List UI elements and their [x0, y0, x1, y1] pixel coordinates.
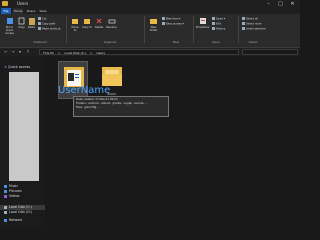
ribbon-divider [144, 16, 145, 43]
select-all-button[interactable]: Select all [242, 17, 258, 22]
maximize-button[interactable]: □ [276, 0, 285, 8]
folder-tile-public[interactable]: Public [97, 61, 127, 99]
move-to-button[interactable]: Move to [70, 17, 80, 32]
invert-selection-button[interactable]: Invert selection [242, 27, 266, 32]
easy-access-icon [162, 22, 165, 25]
recent-locations-button[interactable]: ▾ [17, 48, 23, 56]
copy-to-icon [84, 19, 90, 24]
new-folder-button[interactable]: New folder [148, 17, 159, 32]
paste-shortcut-button[interactable]: Paste shortcut [38, 27, 61, 32]
nav-item-local-disk-d[interactable]: Local Disk (D:) [4, 210, 32, 215]
folder-icon [102, 67, 122, 86]
delete-button[interactable]: Delete [94, 17, 104, 29]
invert-selection-icon [242, 27, 245, 30]
history-button[interactable]: History [212, 27, 225, 32]
group-select: Select [248, 40, 258, 44]
breadcrumb-users[interactable]: Users [96, 51, 104, 55]
folder-icon [2, 1, 8, 6]
delete-icon [96, 18, 102, 24]
breadcrumb-separator: > [90, 51, 93, 55]
paste-shortcut-icon [38, 27, 41, 30]
select-none-icon [242, 22, 245, 25]
ribbon-divider [193, 16, 194, 43]
folder-tooltip: Date created: 27-Mar-21 09:53 Folders: .… [73, 96, 169, 117]
open-icon [212, 17, 215, 20]
ribbon-divider [66, 16, 67, 43]
music-icon [4, 184, 7, 188]
group-organize: Organize [103, 40, 117, 44]
drive-icon [4, 205, 7, 209]
clipboard-icon [28, 18, 35, 25]
new-item-icon [162, 17, 165, 20]
breadcrumb-separator: > [57, 51, 61, 55]
edit-button[interactable]: Edit [212, 22, 221, 27]
edit-icon [212, 22, 215, 25]
group-open: Open [212, 40, 220, 44]
cut-button[interactable]: Cut [38, 17, 46, 22]
videos-icon [4, 194, 7, 198]
search-input[interactable] [242, 49, 298, 55]
close-button[interactable]: ✕ [288, 0, 297, 8]
nav-item-videos[interactable]: Videos [4, 194, 20, 199]
history-icon [212, 27, 215, 30]
move-to-icon [72, 19, 78, 24]
nav-item-network[interactable]: Network [4, 218, 22, 223]
properties-icon [199, 18, 206, 24]
copy-path-icon [38, 22, 41, 25]
easy-access-button[interactable]: Easy access ▾ [162, 22, 184, 27]
breadcrumb[interactable]: This PC > Local Disk (C:) > Users [39, 49, 239, 55]
redacted-block [9, 72, 39, 181]
nav-quick-access[interactable]: ★Quick access [4, 65, 30, 69]
new-folder-icon [150, 19, 157, 24]
network-icon [4, 218, 7, 222]
group-clipboard: Clipboard [33, 40, 47, 44]
breadcrumb-this-pc[interactable]: This PC [43, 51, 54, 55]
up-button[interactable]: ↑ [25, 48, 31, 56]
copy-icon [18, 17, 24, 25]
pictures-icon [4, 189, 7, 193]
open-button[interactable]: Open ▾ [212, 17, 225, 22]
copy-path-button[interactable]: Copy path [38, 22, 55, 27]
select-all-icon [242, 17, 245, 20]
breadcrumb-local-disk[interactable]: Local Disk (C:) [64, 51, 86, 55]
rename-icon [108, 19, 115, 24]
title-bar [0, 0, 300, 8]
pin-icon [6, 18, 13, 24]
minimize-button[interactable]: – [264, 0, 273, 8]
properties-button[interactable]: Properties [196, 17, 209, 29]
paste-button[interactable]: Paste [27, 17, 36, 29]
forward-button[interactable]: → [10, 48, 16, 56]
ribbon-divider [238, 16, 239, 43]
back-button[interactable]: ← [3, 48, 9, 56]
pin-to-quick-access-button[interactable]: Pin to Quick access [3, 17, 16, 35]
copy-button[interactable]: Copy [17, 17, 26, 29]
scissors-icon [38, 17, 41, 20]
drive-icon [4, 210, 7, 214]
tooltip-files: Files: .gitconfig, ... [76, 105, 101, 109]
copy-to-button[interactable]: Copy to [82, 17, 92, 29]
window-title: Users [17, 1, 29, 6]
rename-button[interactable]: Rename [106, 17, 117, 29]
select-none-button[interactable]: Select none [242, 22, 261, 27]
star-icon: ★ [4, 65, 8, 69]
new-item-button[interactable]: New item ▾ [162, 17, 180, 22]
group-new: New [172, 40, 180, 44]
